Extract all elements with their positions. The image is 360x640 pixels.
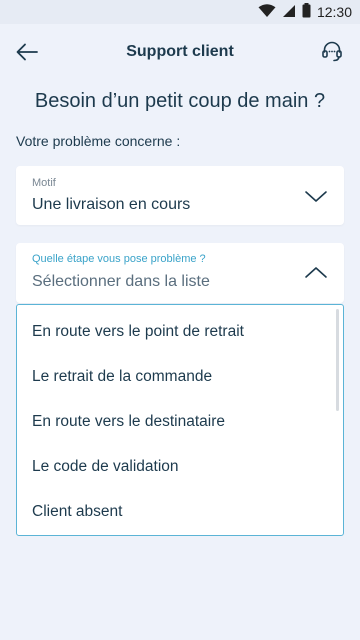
support-button[interactable] xyxy=(320,40,344,64)
page-title: Support client xyxy=(126,43,234,60)
step-dropdown: En route vers le point de retrait Le ret… xyxy=(16,304,344,536)
arrow-left-icon xyxy=(16,43,38,61)
signal-icon xyxy=(282,4,296,21)
dropdown-option[interactable]: Client absent xyxy=(17,489,343,534)
help-heading: Besoin d’un petit coup de main ? xyxy=(34,90,326,112)
app-bar: Support client xyxy=(0,24,360,80)
wifi-icon xyxy=(258,3,276,21)
motif-label: Motif xyxy=(32,177,56,189)
status-bar: 12:30 xyxy=(0,0,360,24)
step-label: Quelle étape vous pose problème ? xyxy=(32,253,206,265)
dropdown-option[interactable]: En route vers le point de retrait xyxy=(17,309,343,354)
chevron-up-icon xyxy=(305,267,327,278)
dropdown-scrollbar[interactable] xyxy=(336,309,339,411)
step-placeholder: Sélectionner dans la liste xyxy=(32,273,210,290)
dropdown-option[interactable]: En route vers le destinataire xyxy=(17,399,343,444)
problem-subheading: Votre problème concerne : xyxy=(16,133,181,149)
headset-icon xyxy=(322,41,342,62)
dropdown-option[interactable]: Le retrait de la commande xyxy=(17,354,343,399)
motif-value: Une livraison en cours xyxy=(32,196,191,213)
back-button[interactable] xyxy=(14,40,40,64)
chevron-down-icon xyxy=(305,191,327,202)
battery-icon xyxy=(302,3,311,21)
step-select[interactable]: Quelle étape vous pose problème ? Sélect… xyxy=(16,243,344,303)
dropdown-option[interactable]: Le code de validation xyxy=(17,444,343,489)
status-time: 12:30 xyxy=(316,4,352,20)
motif-select[interactable]: Motif Une livraison en cours xyxy=(16,166,344,225)
